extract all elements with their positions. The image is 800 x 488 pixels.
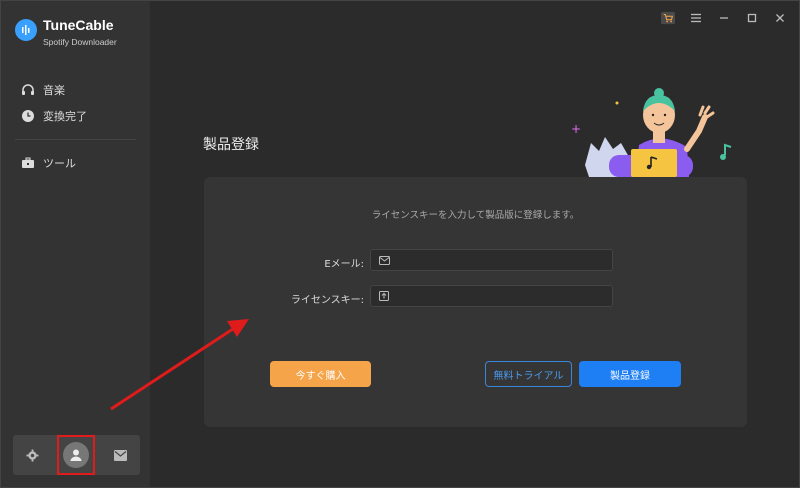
mail-icon	[113, 449, 127, 461]
app-name: TuneCable	[43, 17, 114, 33]
maximize-icon	[747, 13, 757, 23]
register-card: ライセンスキーを入力して製品版に登録します。 Eメール: ライセンスキー: 今す…	[204, 177, 747, 427]
brand: TuneCable Spotify Downloader	[15, 17, 117, 47]
account-button-highlight[interactable]	[57, 435, 96, 475]
close-button[interactable]	[773, 11, 787, 25]
sidebar-item-label: 変換完了	[43, 110, 87, 123]
headphones-icon	[22, 84, 34, 95]
menu-icon	[691, 13, 701, 23]
sidebar: TuneCable Spotify Downloader 音楽 変換完了 ツール	[1, 1, 150, 487]
page-title: 製品登録	[203, 137, 259, 153]
buy-now-button[interactable]: 今すぐ購入	[270, 361, 371, 387]
sidebar-item-label: ツール	[43, 157, 76, 170]
minimize-button[interactable]	[717, 11, 731, 25]
register-illustration: +	[571, 88, 732, 177]
clock-icon	[22, 110, 34, 122]
license-field[interactable]	[395, 290, 605, 302]
email-field-wrap[interactable]	[370, 249, 613, 271]
license-label: ライセンスキー:	[290, 295, 364, 306]
gear-icon	[26, 448, 39, 462]
email-label: Eメール:	[324, 259, 364, 270]
sidebar-nav: 音楽 変換完了 ツール	[1, 77, 150, 176]
register-button[interactable]: 製品登録	[579, 361, 681, 387]
settings-button[interactable]	[18, 440, 48, 470]
app-subtitle: Spotify Downloader	[43, 37, 117, 47]
maximize-button[interactable]	[745, 11, 759, 25]
free-trial-button[interactable]: 無料トライアル	[485, 361, 572, 387]
email-field[interactable]	[396, 254, 606, 266]
app-logo-icon	[15, 19, 37, 41]
avatar[interactable]	[63, 442, 90, 468]
cart-icon	[661, 11, 675, 25]
sidebar-item-label: 音楽	[43, 84, 65, 97]
feedback-button[interactable]	[105, 440, 135, 470]
sidebar-item-converted[interactable]: 変換完了	[1, 103, 150, 129]
sidebar-bottom-bar	[13, 435, 140, 475]
toolbox-icon	[22, 157, 34, 168]
license-field-wrap[interactable]	[370, 285, 613, 307]
mail-icon	[379, 255, 390, 265]
window-controls	[661, 11, 787, 25]
sidebar-divider	[15, 139, 136, 140]
svg-text:+: +	[571, 122, 581, 136]
cart-button[interactable]	[661, 11, 675, 25]
app-window: TuneCable Spotify Downloader 音楽 変換完了 ツール	[0, 0, 800, 488]
menu-button[interactable]	[689, 11, 703, 25]
minimize-icon	[720, 17, 728, 19]
close-icon	[776, 14, 784, 22]
register-hint: ライセンスキーを入力して製品版に登録します。	[371, 210, 580, 221]
user-icon	[70, 449, 82, 461]
key-icon	[379, 291, 389, 301]
sidebar-item-music[interactable]: 音楽	[1, 77, 150, 103]
sidebar-item-tools[interactable]: ツール	[1, 150, 150, 176]
